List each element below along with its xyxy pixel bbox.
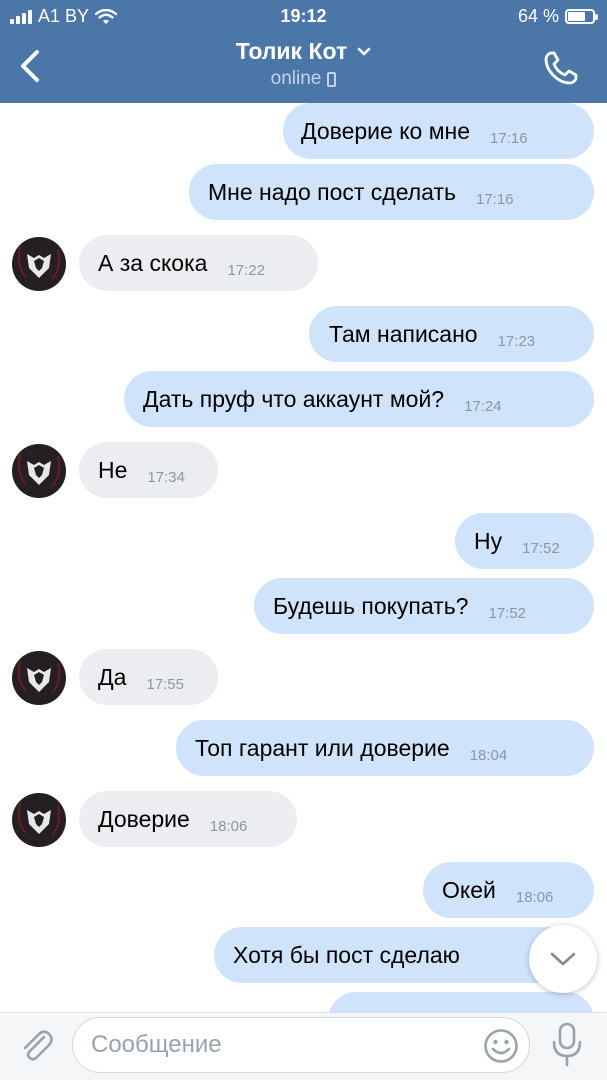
shield-logo-icon [17, 453, 61, 487]
message-time: 17:16 [490, 129, 528, 147]
message-bubble-outgoing-partial[interactable] [328, 992, 594, 1012]
message-text: Топ гарант или доверие [195, 734, 450, 761]
online-status: online [270, 68, 322, 89]
message-text: Там написано [329, 320, 478, 347]
shield-logo-icon [17, 660, 61, 694]
chat-header: A1 BY 19:12 64 % Толик Кот online [0, 0, 607, 103]
message-bubble-incoming[interactable]: Не 17:34 [79, 442, 218, 498]
message-bubble-outgoing[interactable]: Мне надо пост сделать 17:16 [189, 164, 594, 220]
message-text: Будешь покупать? [273, 592, 469, 619]
contact-info[interactable]: Толик Кот online [0, 38, 607, 90]
message-time: 17:16 [475, 190, 514, 208]
message-time: 17:52 [488, 604, 527, 622]
message-bubble-outgoing[interactable]: Будешь покупать? 17:52 [254, 578, 594, 634]
message-text: Мне надо пост сделать [208, 178, 456, 205]
message-bubble-outgoing[interactable]: Дать пруф что аккаунт мой? 17:24 [124, 371, 594, 427]
avatar[interactable] [12, 237, 66, 291]
message-text: Да [98, 663, 127, 690]
paperclip-icon [23, 1030, 53, 1061]
message-text: Дать пруф что аккаунт мой? [143, 385, 445, 412]
shield-logo-icon [17, 802, 61, 836]
avatar[interactable] [12, 444, 66, 498]
message-bubble-incoming[interactable]: Доверие 18:06 [79, 791, 297, 847]
emoji-button[interactable] [483, 1028, 519, 1064]
status-bar: A1 BY 19:12 64 % [0, 0, 607, 34]
contact-name: Толик Кот [235, 38, 348, 64]
battery-icon [565, 9, 598, 24]
contact-title[interactable]: Толик Кот [236, 38, 372, 65]
scroll-down-button[interactable] [529, 925, 597, 993]
message-input-box[interactable] [72, 1017, 530, 1073]
message-text: Доверие [98, 805, 190, 832]
message-bubble-outgoing[interactable]: Там написано 17:23 [309, 306, 594, 362]
message-bubble-outgoing[interactable]: Доверие ко мне 17:16 [283, 103, 594, 159]
contact-status: online [271, 68, 337, 90]
emoji-icon [484, 1029, 518, 1063]
message-time: 18:06 [209, 817, 248, 835]
message-time: 17:23 [497, 332, 536, 350]
message-time: 17:24 [464, 397, 502, 415]
clock: 19:12 [280, 6, 327, 26]
attach-button[interactable] [16, 1025, 56, 1065]
message-bubble-incoming[interactable]: Да 17:55 [79, 649, 218, 705]
message-text: Доверие ко мне [301, 117, 471, 144]
message-time: 17:52 [522, 539, 560, 557]
avatar[interactable] [12, 793, 66, 847]
message-bubble-outgoing[interactable]: Топ гарант или доверие 18:04 [176, 720, 594, 776]
message-bubble-incoming[interactable]: А за скока 17:22 [79, 235, 318, 291]
battery-percent: 64 % [517, 6, 559, 26]
message-text: Ну [474, 527, 503, 554]
phone-icon [544, 51, 578, 85]
message-text: Хотя бы пост сделаю [233, 941, 460, 968]
mobile-device-icon [327, 71, 337, 87]
microphone-icon [552, 1022, 582, 1067]
message-text: Окей [442, 876, 496, 903]
message-composer [0, 1012, 607, 1080]
message-text: Не [98, 456, 128, 483]
call-button[interactable] [541, 48, 581, 88]
avatar[interactable] [12, 651, 66, 705]
chevron-down-icon [357, 47, 371, 56]
message-time: 17:34 [147, 468, 185, 486]
message-text: А за скока [98, 249, 208, 276]
message-list[interactable]: Доверие ко мне 17:16 Мне надо пост сдела… [0, 103, 607, 1012]
message-time: 18:06 [515, 888, 554, 906]
message-time: 18:04 [469, 746, 508, 764]
message-input[interactable] [91, 1018, 471, 1072]
message-time: 17:55 [146, 675, 184, 693]
message-bubble-outgoing[interactable]: Окей 18:06 [423, 862, 594, 918]
shield-logo-icon [17, 246, 61, 280]
message-time: 17:22 [227, 261, 265, 279]
chevron-down-icon [550, 952, 576, 966]
message-bubble-outgoing[interactable]: Ну 17:52 [455, 513, 594, 569]
voice-message-button[interactable] [549, 1021, 585, 1069]
battery-info: 64 % [517, 6, 598, 27]
